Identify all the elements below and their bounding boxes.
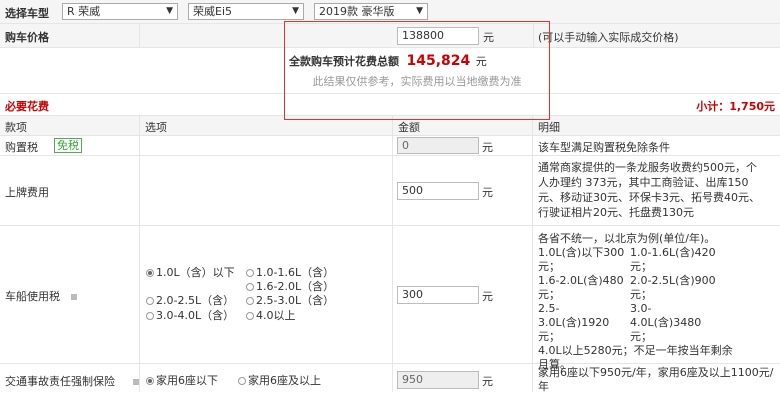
item-cell: 车船使用税 xyxy=(0,226,140,363)
table-row: 交通事故责任强制保险 家用6座以下 家用6座及以上 950 元 家用6座以下 95… xyxy=(0,364,780,393)
displacement-option-4[interactable]: 2.5-3.0L（含） xyxy=(246,294,334,308)
displacement-option-2[interactable]: 1.6-2.0L（含） xyxy=(246,280,334,294)
vehicle-tax-input[interactable]: 300 xyxy=(397,286,479,304)
total-cost-unit: 元 xyxy=(475,55,487,68)
insurance-input[interactable]: 950 xyxy=(397,371,479,389)
amount-cell: 950 元 xyxy=(393,364,533,392)
detail-line: 人办理约 373元，其中工商验证、出库150 xyxy=(538,176,749,189)
price-label-cell: 购车价格 xyxy=(0,24,140,47)
item-cell: 交通事故责任强制保险 xyxy=(0,364,140,392)
plate-fee-unit: 元 xyxy=(482,186,493,199)
option-cell xyxy=(140,136,393,155)
option-cell xyxy=(140,156,393,225)
header-item: 款项 xyxy=(5,121,27,134)
car-select-label: 选择车型 xyxy=(5,7,49,20)
brand-select[interactable]: R 荣威 ▼ xyxy=(62,3,178,20)
total-cost-amount: 145,824 xyxy=(406,53,471,69)
total-cost-label: 全款购车预计花费总额 xyxy=(289,55,399,68)
header-amount: 金额 xyxy=(398,121,420,134)
info-icon xyxy=(71,294,77,300)
radio-icon xyxy=(238,377,246,385)
plate-fee-input[interactable]: 500 xyxy=(397,182,479,200)
model-select-value: 荣威Ei5 xyxy=(193,5,233,18)
table-row: 购置税 免税 0 元 该车型满足购置税免除条件 xyxy=(0,136,780,156)
header-detail: 明细 xyxy=(538,121,560,134)
detail-line: 行驶证相片20元、托盘费130元 xyxy=(538,206,694,219)
tax-free-badge: 免税 xyxy=(54,138,82,153)
insurance-unit: 元 xyxy=(482,375,493,388)
header-item-cell: 款项 xyxy=(0,116,140,135)
chevron-down-icon: ▼ xyxy=(292,6,299,16)
amount-cell: 300 元 xyxy=(393,226,533,363)
brand-select-value: R 荣威 xyxy=(67,5,101,18)
detail-line: 各省不统一，以北京为例(单位/年)。 xyxy=(538,232,716,245)
insurance-label: 交通事故责任强制保险 xyxy=(5,375,115,388)
table-row: 上牌费用 500 元 通常商家提供的一条龙服务收费约500元，个 人办理约 37… xyxy=(0,156,780,226)
version-select-value: 2019款 豪华版 xyxy=(319,5,395,18)
chevron-down-icon: ▼ xyxy=(416,6,423,16)
section-subtotal: 小计：1,750元 xyxy=(696,100,775,113)
plate-fee-detail: 通常商家提供的一条龙服务收费约500元，个 人办理约 373元，其中工商验证、出… xyxy=(538,160,760,220)
radio-icon xyxy=(246,297,254,305)
detail-pair: 1.6-2.0L(含)480元； 2.0-2.5L(含)900元； xyxy=(538,274,716,301)
radio-icon xyxy=(246,269,254,277)
radio-icon xyxy=(246,283,254,291)
detail-line: 元、移动证30元、环保卡3元、拓号费40元、 xyxy=(538,191,760,204)
radio-checked-icon xyxy=(146,377,154,385)
displacement-option-6[interactable]: 4.0以上 xyxy=(246,309,296,323)
purchase-tax-label: 购置税 xyxy=(5,141,38,154)
radio-checked-icon xyxy=(146,269,154,277)
detail-line: 通常商家提供的一条龙服务收费约500元，个 xyxy=(538,161,757,174)
option-cell: 1.0L（含）以下 1.0-1.6L（含） 1.6-2.0L（含） 2.0-2.… xyxy=(140,226,393,363)
model-select[interactable]: 荣威Ei5 ▼ xyxy=(188,3,304,20)
detail-line: 4.0L以上5280元；不足一年按当年剩余 xyxy=(538,344,733,357)
radio-icon xyxy=(146,312,154,320)
amount-cell: 0 元 xyxy=(393,136,533,155)
item-cell: 上牌费用 xyxy=(0,156,140,225)
purchase-tax-unit: 元 xyxy=(482,141,493,154)
info-icon xyxy=(133,379,139,385)
table-row: 车船使用税 1.0L（含）以下 1.0-1.6L（含） 1.6-2.0L（含） … xyxy=(0,226,780,371)
chevron-down-icon: ▼ xyxy=(166,6,173,16)
vehicle-tax-label: 车船使用税 xyxy=(5,290,60,303)
purchase-tax-detail: 该车型满足购置税免除条件 xyxy=(538,141,670,154)
vehicle-tax-detail: 各省不统一，以北京为例(单位/年)。 1.0L(含)以下300元； 1.0-1.6… xyxy=(538,232,778,372)
detail-pair: 1.0L(含)以下300元； 1.0-1.6L(含)420元； xyxy=(538,246,716,273)
option-cell: 家用6座以下 家用6座及以上 xyxy=(140,364,393,392)
amount-cell: 500 元 xyxy=(393,156,533,225)
purchase-tax-input[interactable]: 0 xyxy=(397,137,479,154)
price-label: 购车价格 xyxy=(5,31,49,44)
seat-option-1[interactable]: 家用6座及以上 xyxy=(238,372,321,388)
header-option: 选项 xyxy=(145,121,167,134)
radio-icon xyxy=(246,312,254,320)
plate-fee-label: 上牌费用 xyxy=(5,186,49,199)
displacement-option-3[interactable]: 2.0-2.5L（含） xyxy=(146,294,234,308)
section-title: 必要花费 xyxy=(5,100,49,113)
total-cost-popup: 全款购车预计花费总额 145,824 元 此结果仅供参考，实际费用以当地缴费为准 xyxy=(284,21,550,120)
total-cost-note: 此结果仅供参考，实际费用以当地缴费为准 xyxy=(312,75,522,88)
seat-option-0[interactable]: 家用6座以下 xyxy=(146,372,218,388)
displacement-option-5[interactable]: 3.0-4.0L（含） xyxy=(146,309,234,323)
radio-icon xyxy=(146,297,154,305)
displacement-option-0[interactable]: 1.0L（含）以下 xyxy=(146,266,236,280)
price-hint: (可以手动输入实际成交价格) xyxy=(538,31,679,44)
version-select[interactable]: 2019款 豪华版 ▼ xyxy=(314,3,428,20)
item-cell: 购置税 免税 xyxy=(0,136,140,155)
displacement-option-1[interactable]: 1.0-1.6L（含） xyxy=(246,266,334,280)
detail-pair: 2.5-3.0L(含)1920元； 3.0-4.0L(含)3480元； xyxy=(538,302,702,343)
total-cost-line: 全款购车预计花费总额 145,824 元 xyxy=(289,53,545,69)
vehicle-tax-unit: 元 xyxy=(482,290,493,303)
